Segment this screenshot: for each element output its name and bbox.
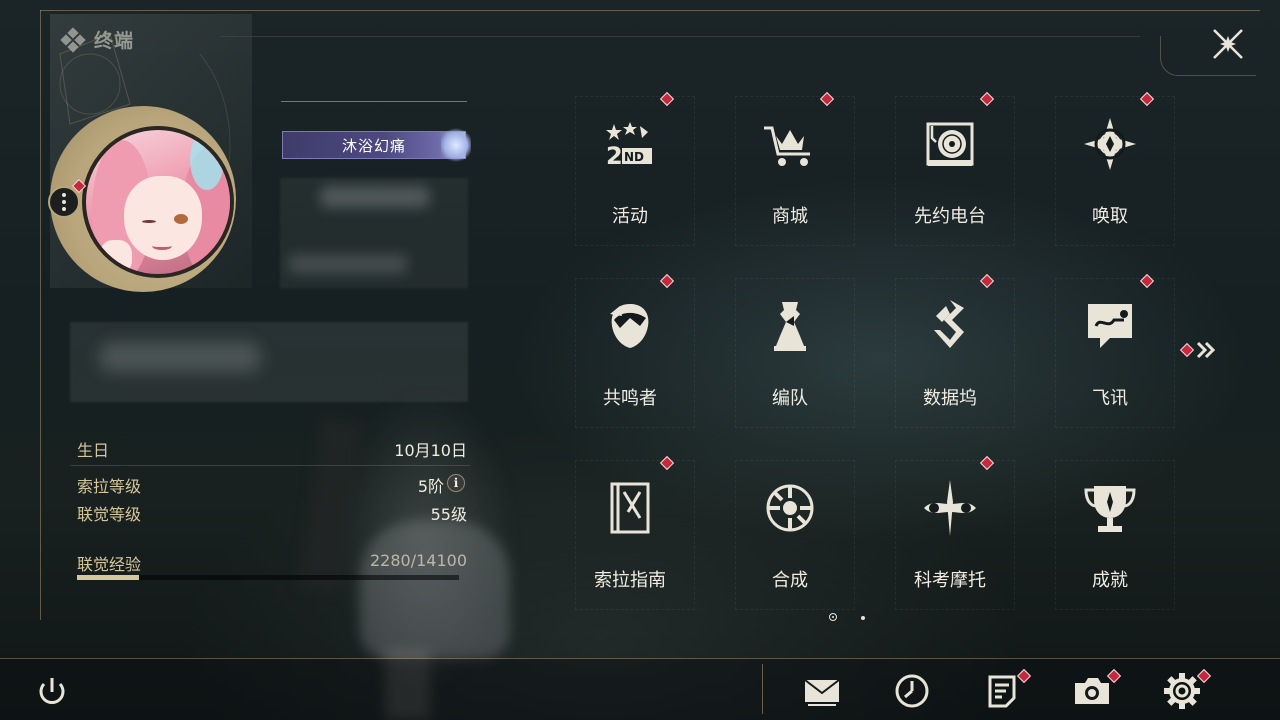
menu-tile[interactable]: 飞讯 <box>1055 273 1175 428</box>
menu-tile-label: 唤取 <box>1092 206 1128 227</box>
birthday-value: 10月10日 <box>394 441 467 460</box>
settings-gear-icon <box>1164 673 1200 709</box>
menu-tile[interactable]: 科考摩托 <box>895 455 1015 610</box>
frame-line <box>0 658 1280 659</box>
union-exp-label: 联觉经验 <box>77 555 142 574</box>
mail-icon <box>804 679 840 706</box>
page-indicator[interactable] <box>861 616 865 620</box>
camera-button[interactable] <box>1072 668 1122 711</box>
menu-tile[interactable]: 2 ND 活动 <box>575 91 695 246</box>
sol-rank-value: 5阶 <box>417 477 444 496</box>
close-icon <box>1213 29 1243 59</box>
exp-progress-bar <box>77 575 459 580</box>
svg-text:2: 2 <box>606 142 623 170</box>
guidebook-icon <box>600 478 660 538</box>
union-level-label: 联觉等级 <box>77 505 142 524</box>
page-indicator-active[interactable] <box>829 613 837 621</box>
svg-text:ND: ND <box>624 150 644 164</box>
data-bank-icon <box>920 296 980 356</box>
camera-icon <box>1075 678 1109 704</box>
divider <box>281 101 467 102</box>
title-badge[interactable]: 沐浴幻痛 <box>282 128 471 162</box>
menu-tile[interactable]: 数据坞 <box>895 273 1015 428</box>
messenger-chat-icon <box>1080 296 1140 356</box>
team-chess-icon <box>760 296 820 356</box>
menu-tile[interactable]: 索拉指南 <box>575 455 695 610</box>
sol-rank-label: 索拉等级 <box>77 477 142 496</box>
close-button[interactable] <box>1208 24 1248 64</box>
menu-tile-label: 商城 <box>772 206 808 227</box>
menu-tile-label: 活动 <box>612 206 648 227</box>
clock-button[interactable] <box>892 671 932 711</box>
notice-icon <box>988 675 1016 708</box>
convene-compass-icon <box>1080 114 1140 174</box>
clock-icon <box>895 674 929 708</box>
achievement-trophy-icon <box>1080 478 1140 538</box>
menu-tile[interactable]: 成就 <box>1055 460 1175 610</box>
power-icon <box>39 678 65 704</box>
menu-tile[interactable]: 唤取 <box>1055 91 1175 246</box>
notice-button[interactable] <box>982 668 1032 711</box>
frame-line <box>40 10 1260 11</box>
menu-tile-label: 共鸣者 <box>603 388 657 409</box>
exp-progress-fill <box>77 575 139 580</box>
shop-crown-cart-icon <box>760 114 820 174</box>
menu-tile-label: 先约电台 <box>914 206 986 227</box>
motorbike-icon <box>920 478 980 538</box>
signature-redacted <box>70 322 468 402</box>
divider <box>762 664 763 714</box>
title-badge-label: 沐浴幻痛 <box>341 136 406 155</box>
event-2nd-anniversary-icon: 2 ND <box>600 114 660 174</box>
birthday-label: 生日 <box>77 441 110 460</box>
divider <box>70 465 470 466</box>
menu-tile-label: 飞讯 <box>1092 388 1128 409</box>
menu-tile-label: 合成 <box>772 570 808 591</box>
menu-tile-label: 成就 <box>1092 570 1128 591</box>
radio-record-player-icon <box>920 114 980 174</box>
menu-tile[interactable]: 编队 <box>735 278 855 428</box>
frame-line <box>220 36 1140 37</box>
settings-button[interactable] <box>1162 668 1212 711</box>
menu-tile[interactable]: 共鸣者 <box>575 273 695 428</box>
synthesis-icon <box>760 478 820 538</box>
menu-tile[interactable]: 先约电台 <box>895 91 1015 246</box>
frame-line <box>40 10 41 620</box>
union-level-value: 55级 <box>430 505 467 524</box>
power-button[interactable] <box>32 672 72 712</box>
menu-tile-label: 索拉指南 <box>594 570 666 591</box>
menu-tile-label: 编队 <box>772 388 808 409</box>
menu-tile-label: 科考摩托 <box>914 570 986 591</box>
mail-button[interactable] <box>802 671 842 711</box>
resonator-portrait-icon <box>600 296 660 356</box>
avatar[interactable] <box>82 126 234 278</box>
menu-tile-label: 数据坞 <box>923 388 977 409</box>
profile-options-button[interactable] <box>48 186 80 218</box>
player-name-redacted <box>280 178 468 288</box>
next-page-button[interactable] <box>1179 338 1222 362</box>
crystal-icon <box>441 128 471 162</box>
info-icon[interactable]: i <box>447 474 465 492</box>
union-exp-value: 2280/14100 <box>369 551 467 570</box>
menu-tile[interactable]: 合成 <box>735 460 855 610</box>
menu-tile[interactable]: 商城 <box>735 91 855 246</box>
